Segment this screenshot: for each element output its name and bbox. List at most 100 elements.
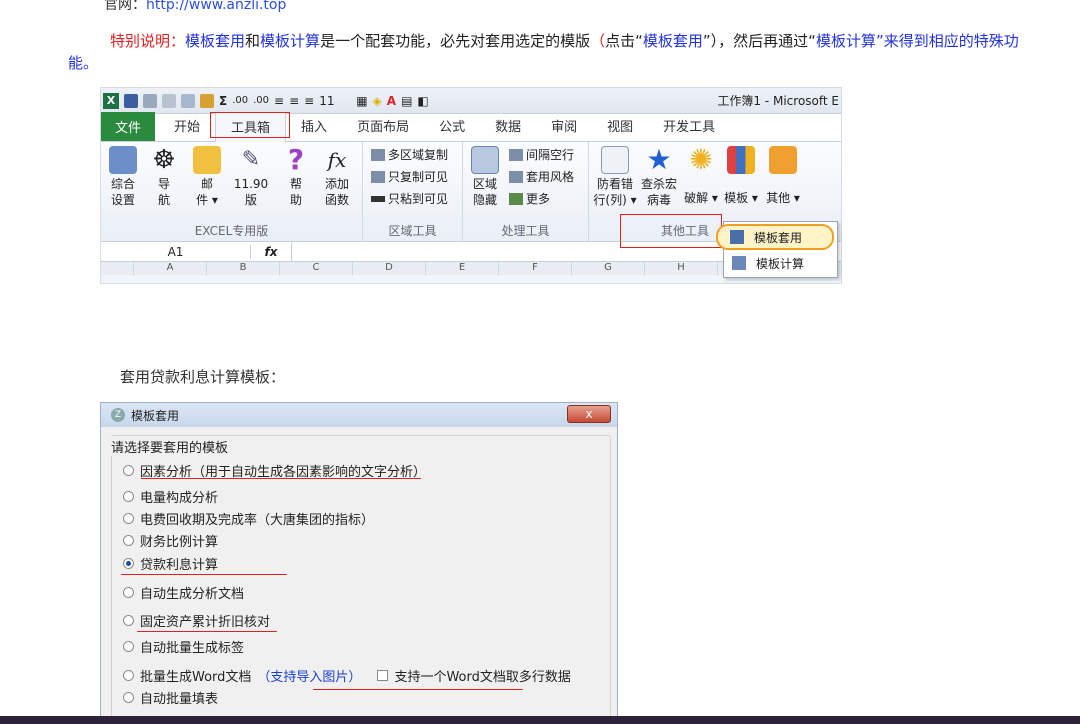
save-icon[interactable] (124, 93, 138, 108)
settings-button[interactable]: 综合 设置 (105, 146, 141, 208)
help-button[interactable]: ? 帮 助 (281, 146, 311, 208)
mail-button[interactable]: 邮 件 ▾ (189, 146, 225, 208)
radio-button[interactable] (123, 615, 134, 626)
name-box[interactable]: A1 (101, 244, 251, 259)
column-header[interactable]: E (426, 262, 499, 275)
column-header[interactable]: D (353, 262, 426, 275)
tab-developer[interactable]: 开发工具 (648, 112, 730, 141)
format-painter-icon[interactable] (200, 93, 214, 108)
column-header[interactable]: H (645, 262, 718, 275)
radio-button[interactable] (123, 513, 134, 524)
fx-icon[interactable]: fx (251, 245, 291, 259)
note-term-template-apply: 模板套用 (642, 32, 703, 50)
range-hide-icon (471, 146, 499, 174)
interval-blank-row-button[interactable]: 间隔空行 (509, 146, 574, 163)
column-header[interactable]: G (572, 262, 645, 275)
option-batch-fill[interactable]: 自动批量填表 (123, 688, 218, 707)
fill-color-icon[interactable]: ◈ (373, 94, 382, 108)
version-button[interactable]: ✎ 11.90 版 (231, 146, 271, 208)
button-label: 帮 助 (289, 177, 302, 207)
button-label: 综合 设置 (110, 177, 135, 207)
button-label: 11.90 版 (233, 177, 269, 207)
copy-visible-button[interactable]: 只复制可见 (371, 168, 448, 185)
decimal-icon[interactable]: .00 (232, 95, 248, 106)
option-power-composition[interactable]: 电量构成分析 (123, 487, 218, 506)
radio-button[interactable] (123, 465, 134, 476)
column-header[interactable]: B (207, 262, 280, 275)
table-icon[interactable]: ▤ (401, 94, 412, 108)
align-icon[interactable]: ≡ (274, 94, 284, 108)
crack-button[interactable]: ✺ 破解 ▾ (683, 146, 719, 206)
tab-formulas[interactable]: 公式 (424, 112, 480, 141)
blank-row-icon (509, 148, 523, 161)
button-label: 防看错 行(列) ▾ (593, 177, 637, 207)
radio-button[interactable] (123, 692, 134, 703)
radio-button[interactable] (123, 491, 134, 502)
option-label: 财务比例计算 (140, 535, 219, 550)
border-icon[interactable]: ▦ (356, 94, 367, 108)
option-fee-recovery[interactable]: 电费回收期及完成率（大唐集团的指标） (123, 509, 374, 528)
font-size-select[interactable]: 11 (319, 94, 351, 108)
more-button[interactable]: 更多 (509, 190, 550, 207)
site-link[interactable]: http://www.anzli.top (146, 0, 286, 13)
option-batch-labels[interactable]: 自动批量生成标签 (123, 637, 244, 656)
tab-review[interactable]: 审阅 (536, 112, 592, 141)
radio-button[interactable] (123, 587, 134, 598)
menu-item-template-apply[interactable]: 模板套用 (716, 224, 834, 250)
grid-icon (601, 146, 629, 174)
navigation-button[interactable]: ☸ 导 航 (149, 146, 179, 208)
sum-icon[interactable]: Σ (219, 94, 227, 108)
option-auto-doc[interactable]: 自动生成分析文档 (123, 583, 244, 602)
undo-icon[interactable] (143, 93, 157, 108)
tab-page-layout[interactable]: 页面布局 (342, 112, 424, 141)
image-import-link[interactable]: （支持导入图片） (257, 666, 361, 685)
template-button[interactable]: 模板 ▾ (723, 146, 759, 206)
group-label: EXCEL专用版 (194, 224, 269, 238)
preview-icon[interactable]: ◧ (417, 94, 428, 108)
button-label: 其他 ▾ (766, 191, 800, 205)
radio-button[interactable] (123, 641, 134, 652)
menu-item-template-calc[interactable]: 模板计算 (724, 250, 837, 276)
tab-file[interactable]: 文件 (101, 112, 156, 141)
tab-view[interactable]: 视图 (592, 112, 648, 141)
option-batch-word[interactable]: 批量生成Word文档 （支持导入图片） 支持一个Word文档取多行数据 (123, 666, 571, 685)
print-icon[interactable] (181, 93, 195, 108)
kill-macro-virus-button[interactable]: ★ 查杀宏 病毒 (639, 146, 679, 208)
site-prefix: 官网： (104, 0, 146, 13)
align-center-icon[interactable]: ≡ (289, 94, 299, 108)
note-term-template-apply: 模板套用 (185, 32, 246, 50)
column-header[interactable]: F (499, 262, 572, 275)
copy-icon (371, 148, 385, 161)
corner-cell[interactable] (101, 262, 134, 275)
decimal-decrease-icon[interactable]: .00 (253, 95, 269, 106)
tab-insert[interactable]: 插入 (286, 112, 342, 141)
add-function-button[interactable]: fx 添加 函数 (319, 146, 355, 208)
option-label: 固定资产累计折旧核对 (140, 615, 271, 630)
option-finance-ratio[interactable]: 财务比例计算 (123, 531, 218, 550)
button-label: 只复制可见 (388, 170, 449, 184)
red-underline (121, 574, 287, 575)
radio-button[interactable] (123, 670, 134, 681)
paste-visible-button[interactable]: 只粘到可见 (371, 190, 448, 207)
anti-misread-button[interactable]: 防看错 行(列) ▾ (593, 146, 637, 208)
function-icon: fx (327, 148, 347, 172)
multi-range-copy-button[interactable]: 多区域复制 (371, 146, 448, 163)
apply-style-button[interactable]: 套用风格 (509, 168, 574, 185)
radio-button-selected[interactable] (123, 558, 134, 569)
button-label: 更多 (526, 192, 551, 206)
quick-access-toolbar: X Σ .00 .00 ≡ ≡ ≡ 11 ▦ ◈ A ▤ ◧ 工作簿1 - Mi… (101, 88, 841, 114)
option-depreciation-check[interactable]: 固定资产累计折旧核对 (123, 611, 270, 630)
tab-home[interactable]: 开始 (159, 112, 215, 141)
column-header[interactable]: C (280, 262, 353, 275)
column-header[interactable]: A (134, 262, 207, 275)
other-button[interactable]: 其他 ▾ (763, 146, 803, 206)
multi-row-checkbox[interactable] (377, 670, 389, 681)
font-color-icon[interactable]: A (387, 94, 396, 108)
align-right-icon[interactable]: ≡ (304, 94, 314, 108)
radio-button[interactable] (123, 535, 134, 546)
tab-data[interactable]: 数据 (480, 112, 536, 141)
close-button[interactable]: x (567, 405, 611, 423)
range-hide-button[interactable]: 区域 隐藏 (467, 146, 503, 208)
option-loan-interest[interactable]: 贷款利息计算 (123, 554, 218, 573)
redo-icon[interactable] (162, 93, 176, 108)
